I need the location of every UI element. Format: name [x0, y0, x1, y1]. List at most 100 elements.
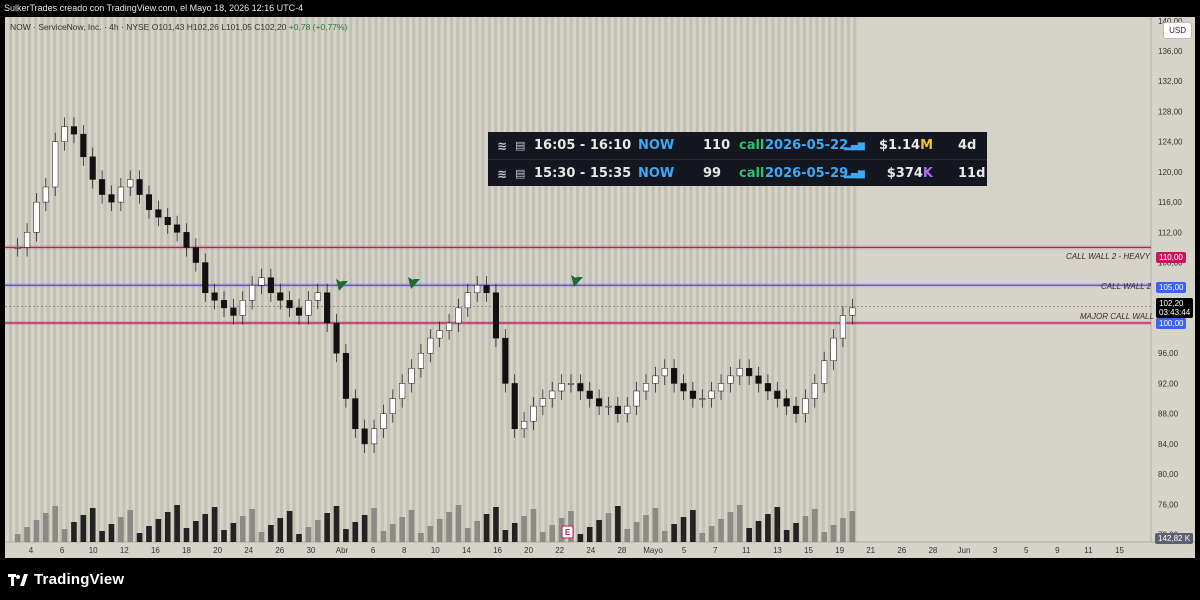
session-stripe	[613, 17, 617, 542]
signal-bars-icon: ▂▄▆	[844, 140, 865, 151]
candle-body	[117, 186, 124, 203]
volume-bar	[155, 519, 162, 542]
session-stripe	[828, 17, 832, 542]
candle-body	[464, 292, 471, 309]
flow-premium: $374K	[887, 166, 933, 181]
candle-body	[295, 307, 303, 316]
session-stripe	[235, 17, 239, 542]
candle-body	[389, 398, 396, 414]
flow-time: 16:05 - 16:10	[534, 138, 632, 153]
candle-body	[671, 368, 678, 384]
time-tick-label: 5	[1024, 546, 1029, 555]
candle-body	[352, 398, 359, 430]
session-stripe	[639, 17, 643, 542]
session-stripe	[739, 17, 743, 542]
volume-bar	[286, 511, 293, 542]
session-stripe	[708, 17, 712, 542]
volume-bar	[108, 524, 115, 542]
session-stripe	[216, 17, 220, 542]
candle-body	[717, 383, 725, 392]
session-stripe	[431, 17, 435, 542]
session-stripe	[9, 17, 13, 542]
session-stripe	[90, 17, 94, 542]
candle-body	[699, 398, 706, 400]
candle-body	[249, 284, 256, 301]
volume-bar	[277, 518, 284, 542]
flow-dte: 11d	[958, 166, 986, 181]
volume-bar	[371, 508, 377, 542]
volume-bar	[643, 515, 649, 542]
volume-bar	[652, 508, 659, 542]
flow-ticker: NOW	[638, 138, 675, 153]
session-stripe	[198, 17, 202, 542]
candle-body	[530, 405, 537, 422]
candle-body	[783, 398, 790, 407]
session-stripe	[179, 17, 183, 542]
bar-countdown: 03:43:44	[1159, 308, 1191, 317]
candle-body	[539, 398, 546, 407]
session-stripe	[714, 17, 718, 542]
volume-bar	[690, 510, 696, 542]
session-stripe	[720, 17, 724, 542]
candle-body	[417, 352, 424, 369]
session-stripe	[475, 17, 479, 542]
candle-body	[605, 405, 612, 408]
price-tick-label: 132,00	[1158, 77, 1183, 86]
price-tick-label: 116,00	[1158, 198, 1182, 207]
chart-area[interactable]: 144,00140,00136,00132,00128,00124,00120,…	[5, 17, 1195, 558]
candle-body	[708, 390, 715, 399]
session-stripe	[210, 17, 214, 542]
volume-bar	[314, 520, 321, 542]
volume-bar	[230, 523, 237, 542]
legend-change: +0,78 (+0,77%)	[288, 22, 348, 32]
flow-quantity: 99	[703, 166, 722, 181]
price-chart[interactable]: 144,00140,00136,00132,00128,00124,00120,…	[5, 17, 1195, 558]
session-stripe	[443, 17, 447, 542]
volume-bar	[783, 530, 790, 542]
candle-body	[52, 141, 59, 188]
currency-button[interactable]: USD	[1163, 22, 1192, 39]
candle-body	[239, 300, 246, 316]
candle-body	[155, 209, 162, 218]
volume-bar	[418, 533, 424, 542]
session-stripe	[853, 17, 857, 542]
volume-bar	[352, 522, 359, 542]
session-stripe	[500, 17, 504, 542]
candle-body	[502, 337, 509, 384]
volume-bar	[727, 512, 734, 542]
time-tick-label: 26	[275, 546, 284, 555]
time-tick-label: 24	[244, 546, 253, 555]
candle-body	[277, 292, 284, 301]
time-tick-label: Mayo	[643, 546, 663, 555]
candle-body	[14, 247, 21, 249]
time-tick-label: 15	[1115, 546, 1124, 555]
candle-body	[24, 232, 31, 248]
volume-bar	[830, 525, 837, 542]
tradingview-logo[interactable]: TradingView	[8, 571, 124, 588]
volume-bar	[389, 524, 396, 542]
volume-bar	[821, 532, 827, 542]
volume-bar	[14, 534, 21, 542]
candle-body	[549, 390, 556, 399]
candle-body	[511, 383, 518, 430]
volume-bar	[596, 520, 602, 542]
flow-premium: $1.14M	[879, 138, 933, 153]
session-stripe	[582, 17, 586, 542]
candle-body	[258, 277, 265, 286]
time-tick-label: 24	[586, 546, 595, 555]
candle-body	[474, 284, 481, 294]
session-stripe	[481, 17, 485, 542]
session-stripe	[387, 17, 391, 542]
session-stripe	[519, 17, 523, 542]
candle-body	[521, 420, 528, 430]
session-stripe	[645, 17, 649, 542]
session-stripe	[809, 17, 813, 542]
candle-body	[727, 375, 734, 384]
volume-bar	[718, 519, 724, 542]
time-tick-label: 13	[773, 546, 782, 555]
session-stripe	[78, 17, 82, 542]
candle-body	[736, 368, 743, 377]
flow-icon: ≋	[497, 138, 508, 153]
flow-expiry: 2026-05-22	[765, 138, 849, 153]
volume-bar	[427, 526, 434, 542]
